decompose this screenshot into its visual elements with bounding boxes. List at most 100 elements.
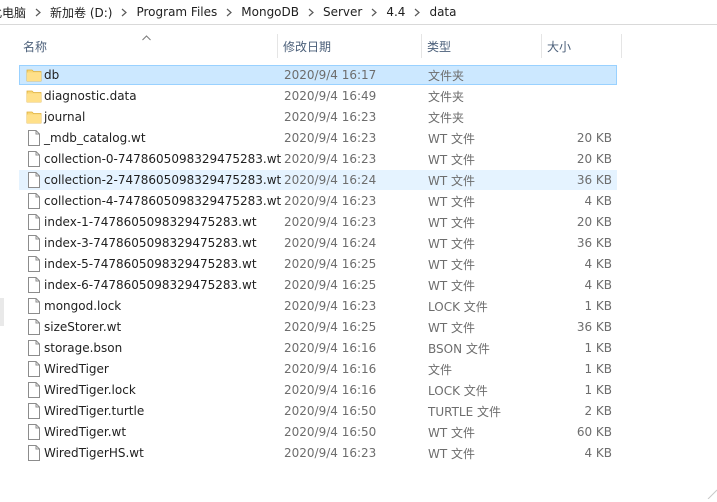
file-modified-date: 2020/9/4 16:23 xyxy=(284,446,377,460)
file-size: 36 KB xyxy=(576,320,612,334)
file-row[interactable]: index-6-7478605098329475283.wt 2020/9/4 1… xyxy=(19,275,617,295)
file-size: 60 KB xyxy=(576,425,612,439)
file-name: collection-2-7478605098329475283.wt xyxy=(44,173,282,187)
file-icon xyxy=(26,130,42,146)
file-modified-date: 2020/9/4 16:25 xyxy=(284,320,377,334)
file-type: WT 文件 xyxy=(428,131,476,146)
file-icon xyxy=(26,235,42,251)
column-header-name[interactable]: 名称 xyxy=(18,32,278,60)
file-size: 4 KB xyxy=(584,194,612,208)
file-row[interactable]: diagnostic.data 2020/9/4 16:49 文件夹 xyxy=(19,86,617,106)
file-modified-date: 2020/9/4 16:23 xyxy=(284,131,377,145)
file-row[interactable]: collection-2-7478605098329475283.wt 2020/… xyxy=(19,170,617,190)
file-name: sizeStorer.wt xyxy=(44,320,122,334)
file-name: WiredTiger.wt xyxy=(44,425,127,439)
file-icon xyxy=(26,382,42,398)
file-modified-date: 2020/9/4 16:16 xyxy=(284,362,377,376)
breadcrumb-label: Server xyxy=(323,5,363,19)
file-name: collection-0-7478605098329475283.wt xyxy=(44,152,282,166)
file-modified-date: 2020/9/4 16:25 xyxy=(284,257,377,271)
file-row[interactable]: _mdb_catalog.wt 2020/9/4 16:23 WT 文件 20 KB xyxy=(19,128,617,148)
column-header-date-label: 修改日期 xyxy=(283,39,332,54)
file-row[interactable]: index-3-7478605098329475283.wt 2020/9/4 1… xyxy=(19,233,617,253)
breadcrumb-item[interactable]: Server xyxy=(319,0,366,24)
file-name: WiredTiger.turtle xyxy=(44,404,145,418)
file-row[interactable]: index-5-7478605098329475283.wt 2020/9/4 1… xyxy=(19,254,617,274)
file-modified-date: 2020/9/4 16:23 xyxy=(284,152,377,166)
file-row[interactable]: WiredTiger.turtle 2020/9/4 16:50 TURTLE 文件… xyxy=(19,401,617,421)
file-size: 4 KB xyxy=(584,257,612,271)
column-header-name-label: 名称 xyxy=(23,39,48,54)
file-icon xyxy=(26,151,42,167)
chevron-right-icon[interactable] xyxy=(225,0,233,24)
breadcrumb-item[interactable]: 4.4 xyxy=(382,0,409,24)
file-size: 20 KB xyxy=(576,152,612,166)
file-type: LOCK 文件 xyxy=(428,299,488,314)
file-row[interactable]: collection-4-7478605098329475283.wt 2020/… xyxy=(19,191,617,211)
file-modified-date: 2020/9/4 16:16 xyxy=(284,341,377,355)
file-size: 36 KB xyxy=(576,173,612,187)
file-icon xyxy=(26,256,42,272)
file-type: LOCK 文件 xyxy=(428,383,488,398)
breadcrumb-label: MongoDB xyxy=(241,5,299,19)
file-modified-date: 2020/9/4 16:49 xyxy=(284,89,377,103)
column-header-type[interactable]: 类型 xyxy=(422,32,542,60)
chevron-right-icon[interactable] xyxy=(370,0,378,24)
file-name: storage.bson xyxy=(44,341,123,355)
breadcrumb-label: Program Files xyxy=(136,5,218,19)
file-size: 20 KB xyxy=(576,131,612,145)
breadcrumb-item[interactable]: Program Files xyxy=(132,0,221,24)
breadcrumb-item[interactable]: 新加卷 (D:) xyxy=(46,0,116,24)
breadcrumb-item[interactable]: data xyxy=(425,0,460,24)
file-row[interactable]: mongod.lock 2020/9/4 16:23 LOCK 文件 1 KB xyxy=(19,296,617,316)
file-name: db xyxy=(44,68,60,82)
file-row[interactable]: storage.bson 2020/9/4 16:16 BSON 文件 1 KB xyxy=(19,338,617,358)
file-type: WT 文件 xyxy=(428,152,476,167)
chevron-right-icon[interactable] xyxy=(34,0,42,24)
resize-corner[interactable] xyxy=(706,488,717,500)
file-modified-date: 2020/9/4 16:50 xyxy=(284,404,377,418)
file-row[interactable]: index-1-7478605098329475283.wt 2020/9/4 1… xyxy=(19,212,617,232)
column-divider[interactable] xyxy=(621,34,622,58)
breadcrumb-label: 4.4 xyxy=(386,5,406,19)
file-row[interactable]: db 2020/9/4 16:17 文件夹 xyxy=(19,65,617,85)
navigation-pane-scrollbar[interactable] xyxy=(0,298,4,326)
file-name: WiredTiger xyxy=(44,362,109,376)
file-modified-date: 2020/9/4 16:24 xyxy=(284,173,377,187)
folder-icon xyxy=(26,109,42,125)
file-modified-date: 2020/9/4 16:16 xyxy=(284,383,377,397)
address-bar[interactable]: 此电脑 新加卷 (D:) Program Files MongoDB Server 4.4… xyxy=(0,0,717,25)
chevron-right-icon[interactable] xyxy=(307,0,315,24)
file-size: 1 KB xyxy=(584,341,612,355)
file-type: WT 文件 xyxy=(428,257,476,272)
file-modified-date: 2020/9/4 16:24 xyxy=(284,236,377,250)
file-modified-date: 2020/9/4 16:25 xyxy=(284,278,377,292)
column-header-date[interactable]: 修改日期 xyxy=(278,32,422,60)
breadcrumb-item[interactable]: 此电脑 xyxy=(0,0,30,24)
file-row[interactable]: WiredTiger 2020/9/4 16:16 文件 1 KB xyxy=(19,359,617,379)
file-size: 20 KB xyxy=(576,215,612,229)
chevron-right-icon[interactable] xyxy=(120,0,128,24)
file-icon xyxy=(26,340,42,356)
file-row[interactable]: WiredTiger.lock 2020/9/4 16:16 LOCK 文件 1 KB xyxy=(19,380,617,400)
chevron-right-icon[interactable] xyxy=(413,0,421,24)
breadcrumb-label: 此电脑 xyxy=(0,5,27,20)
file-row[interactable]: journal 2020/9/4 16:23 文件夹 xyxy=(19,107,617,127)
breadcrumb-item[interactable]: MongoDB xyxy=(237,0,303,24)
column-header-type-label: 类型 xyxy=(427,39,452,54)
file-size: 1 KB xyxy=(584,383,612,397)
file-row[interactable]: collection-0-7478605098329475283.wt 2020/… xyxy=(19,149,617,169)
column-header-size[interactable]: 大小 xyxy=(542,32,622,60)
file-type: 文件夹 xyxy=(428,68,465,83)
file-name: collection-4-7478605098329475283.wt xyxy=(44,194,282,208)
file-name: diagnostic.data xyxy=(44,89,137,103)
file-row[interactable]: WiredTiger.wt 2020/9/4 16:50 WT 文件 60 KB xyxy=(19,422,617,442)
file-icon xyxy=(26,403,42,419)
sort-ascending-icon xyxy=(142,30,151,44)
file-size: 4 KB xyxy=(584,446,612,460)
file-row[interactable]: WiredTigerHS.wt 2020/9/4 16:23 WT 文件 4 KB xyxy=(19,443,617,463)
file-row[interactable]: sizeStorer.wt 2020/9/4 16:25 WT 文件 36 KB xyxy=(19,317,617,337)
file-name: index-1-7478605098329475283.wt xyxy=(44,215,257,229)
file-type: BSON 文件 xyxy=(428,341,490,356)
file-size: 36 KB xyxy=(576,236,612,250)
